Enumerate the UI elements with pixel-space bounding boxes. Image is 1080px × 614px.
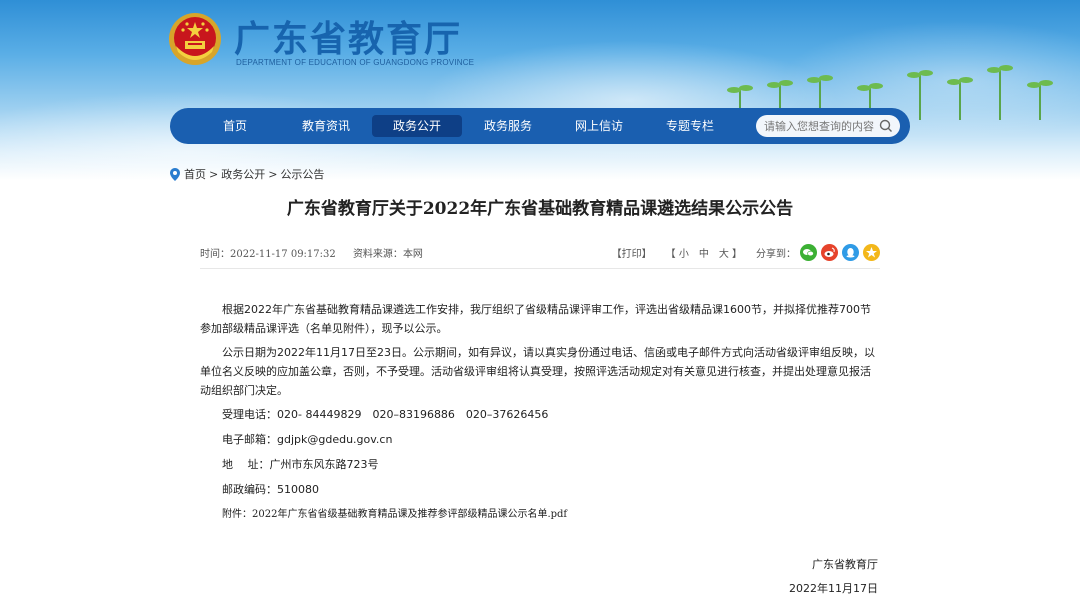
time-label: 时间：: [200, 248, 230, 260]
breadcrumb-announcements[interactable]: 公示公告: [280, 166, 324, 182]
meta-info: 时间：2022-11-17 09:17:32 资料来源：本网: [200, 245, 437, 260]
source-value: 本网: [402, 248, 423, 260]
nav-item-government-services[interactable]: 政务服务: [463, 115, 553, 137]
meta-tools: 【打印】 【 小 中 大 】 分享到：: [598, 240, 880, 264]
national-emblem-icon[interactable]: [168, 12, 222, 66]
attachment-link[interactable]: 2022年广东省省级基础教育精品课及推荐参评部级精品课公示名单.pdf: [252, 509, 567, 520]
article-body: 根据2022年广东省基础教育精品课遴选工作安排，我厅组织了省级精品课评审工作，评…: [200, 300, 880, 524]
site-title[interactable]: 广东省教育厅: [234, 10, 462, 62]
breadcrumb-home[interactable]: 首页: [184, 166, 206, 182]
weibo-icon[interactable]: [821, 243, 838, 261]
share-label: 分享到：: [756, 248, 796, 260]
source-label: 资料来源：: [352, 248, 403, 260]
time-value: 2022-11-17 09:17:32: [230, 248, 336, 260]
publish-time: 时间：2022-11-17 09:17:32: [200, 249, 336, 260]
source: 资料来源：本网: [353, 249, 423, 260]
nav-item-home[interactable]: 首页: [190, 115, 280, 137]
meta-divider: [200, 268, 880, 269]
contact-email: 电子邮箱：gdjpk@gdedu.gov.cn: [222, 433, 393, 446]
nav-item-government-affairs[interactable]: 政务公开: [372, 115, 462, 137]
search-icon[interactable]: [878, 118, 894, 134]
breadcrumb-separator: >: [268, 167, 278, 181]
qq-icon[interactable]: [842, 243, 859, 261]
main-nav: 首页 教育资讯 政务公开 政务服务 网上信访 专题专栏: [170, 108, 910, 144]
signature-date: 2022年11月17日: [789, 582, 878, 595]
print-button[interactable]: 【打印】: [612, 245, 652, 260]
nav-item-online-petition[interactable]: 网上信访: [554, 115, 644, 137]
font-size-selector[interactable]: 【 小 中 大 】: [666, 245, 742, 260]
wechat-icon[interactable]: [800, 243, 817, 261]
breadcrumb-separator: >: [209, 167, 219, 181]
article-meta: 时间：2022-11-17 09:17:32 资料来源：本网 【打印】 【 小 …: [200, 240, 880, 264]
contact-address: 地 址：广州市东风东路723号: [222, 458, 379, 471]
site-subtitle: DEPARTMENT OF EDUCATION OF GUANGDONG PRO…: [236, 58, 475, 67]
nav-item-education-news[interactable]: 教育资讯: [281, 115, 371, 137]
attachment: 附件：2022年广东省省级基础教育精品课及推荐参评部级精品课公示名单.pdf: [200, 505, 880, 524]
location-pin-icon: [170, 167, 180, 181]
article-title: 广东省教育厅关于2022年广东省基础教育精品课遴选结果公示公告: [286, 199, 794, 219]
contact-postcode: 邮政编码：510080: [222, 483, 319, 496]
breadcrumb-government-affairs[interactable]: 政务公开: [221, 166, 265, 182]
qzone-icon[interactable]: [863, 243, 880, 261]
paragraph: 公示日期为2022年11月17日至23日。公示期间，如有异议，请以真实身份通过电…: [200, 346, 875, 397]
header-banner: 广东省教育厅 DEPARTMENT OF EDUCATION OF GUANGD…: [0, 0, 1080, 180]
contact-phone: 受理电话：020- 84449829 020–83196886 020–3762…: [222, 408, 549, 421]
attachment-label: 附件：: [222, 509, 252, 520]
breadcrumb: 首页 > 政务公开 > 公示公告: [170, 166, 327, 182]
search-box: [756, 115, 900, 137]
signature: 广东省教育厅: [812, 558, 878, 571]
paragraph: 根据2022年广东省基础教育精品课遴选工作安排，我厅组织了省级精品课评审工作，评…: [200, 303, 871, 335]
search-input[interactable]: [764, 119, 876, 133]
nav-item-special-topics[interactable]: 专题专栏: [645, 115, 735, 137]
